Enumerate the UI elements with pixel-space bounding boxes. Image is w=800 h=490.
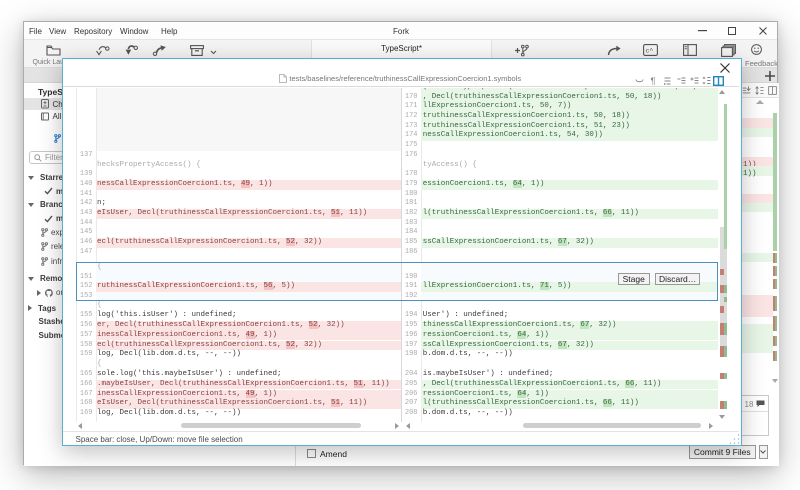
svg-text:c^: c^ <box>646 47 654 55</box>
